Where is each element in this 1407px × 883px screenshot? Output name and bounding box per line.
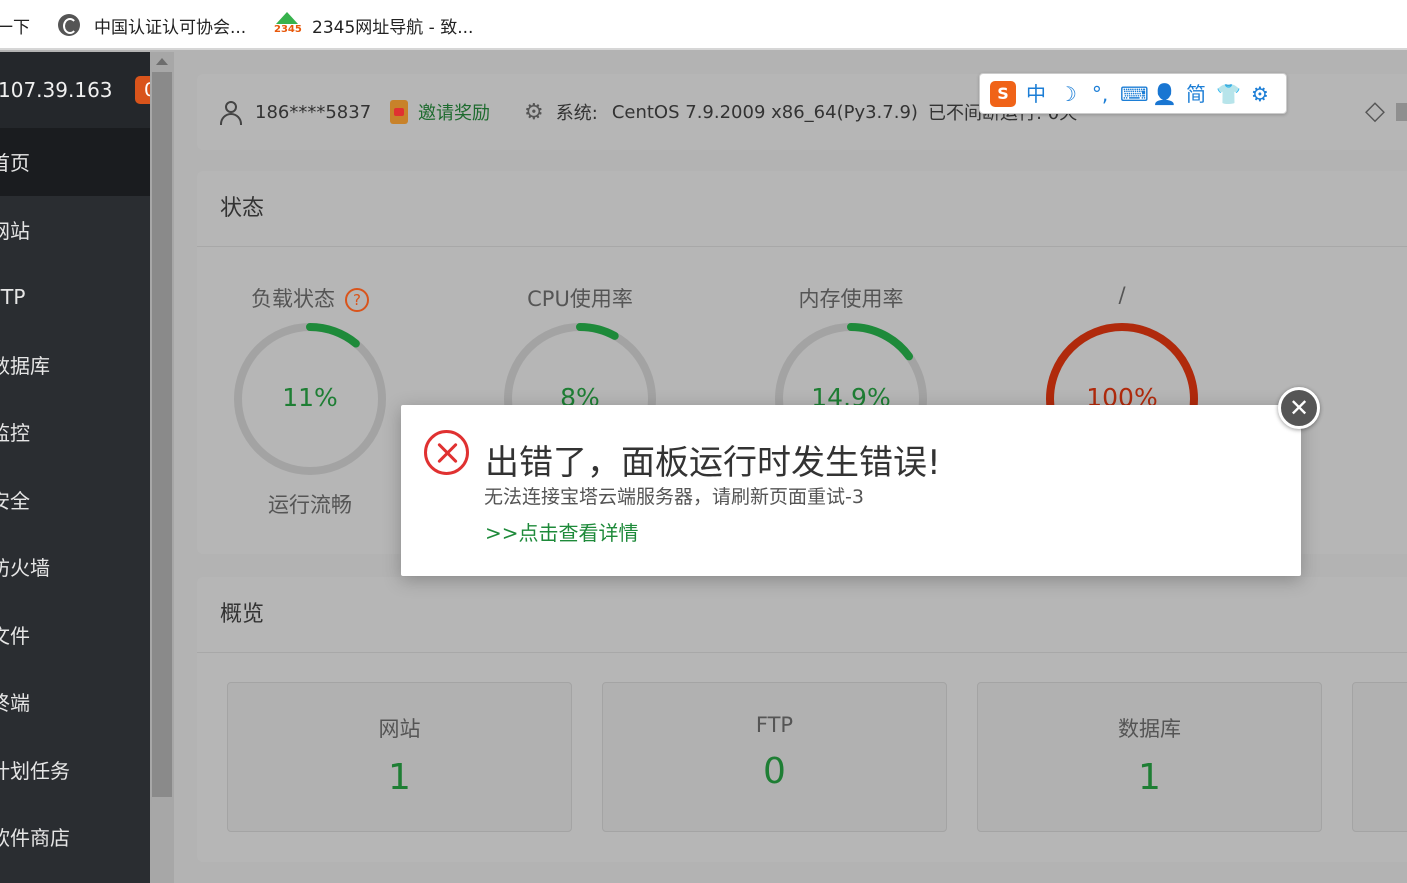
sidebar-item-label: 安全 bbox=[0, 488, 30, 513]
sidebar-item[interactable]: 数据库 bbox=[0, 331, 150, 399]
system-info: ⚙ 系统: CentOS 7.9.2009 x86_64(Py3.7.9) bbox=[524, 74, 918, 150]
sidebar-item[interactable]: 监控 bbox=[0, 398, 150, 466]
ime-moon-icon[interactable]: ☽ bbox=[1056, 81, 1080, 107]
bookmarks-bar: 一下 中国认证认可协会... 2345 2345网址导航 - 致... bbox=[0, 0, 1407, 50]
sidebar-item[interactable]: 计划任务 bbox=[0, 736, 150, 804]
sidebar-item-label: 首页 bbox=[0, 151, 30, 176]
sidebar-item-label: 监控 bbox=[0, 421, 30, 446]
overview-card[interactable]: 网站 1 bbox=[227, 682, 572, 832]
status-title: 状态 bbox=[197, 171, 1407, 247]
user-account[interactable]: 186****5837 bbox=[219, 74, 371, 150]
overview-card-label: 网站 bbox=[378, 717, 421, 741]
sidebar-item-label: 防火墙 bbox=[0, 556, 50, 581]
ime-user-icon[interactable]: 👤 bbox=[1152, 81, 1177, 107]
site-2345-icon: 2345 bbox=[274, 12, 302, 38]
scroll-up-arrow-icon[interactable] bbox=[156, 58, 168, 65]
bookmark-label: 一下 bbox=[0, 17, 30, 38]
gauge-label: 内存使用率 bbox=[751, 283, 951, 313]
overview-card-label: 数据库 bbox=[1118, 717, 1181, 741]
user-phone: 186****5837 bbox=[255, 101, 372, 123]
error-title: 出错了，面板运行时发生错误! bbox=[485, 443, 941, 483]
system-value: CentOS 7.9.2009 x86_64(Py3.7.9) bbox=[611, 101, 918, 123]
server-header: 107.39.163 0 bbox=[0, 52, 165, 128]
sidebar-item[interactable]: 首页 bbox=[0, 128, 150, 196]
ime-settings-icon[interactable]: ⚙ bbox=[1248, 81, 1272, 107]
sidebar-item[interactable]: 文件 bbox=[0, 601, 150, 669]
server-ip: 107.39.163 bbox=[0, 78, 113, 102]
help-icon[interactable]: ? bbox=[345, 288, 369, 312]
gauge-label-text: 内存使用率 bbox=[798, 287, 904, 311]
overview-card[interactable]: FTP 0 bbox=[602, 682, 947, 832]
sidebar-item-label: 终端 bbox=[0, 691, 30, 716]
system-label: 系统: bbox=[555, 103, 598, 124]
ime-chinese-mode-button[interactable]: 中 bbox=[1024, 81, 1048, 107]
gauge-value: 11% bbox=[282, 383, 338, 412]
ime-keyboard-icon[interactable]: ⌨ bbox=[1120, 81, 1149, 107]
sidebar: 107.39.163 0 首页网站 FTP 数据库监控安全防火墙文件终端计划任务软件… bbox=[0, 52, 165, 883]
gauge-label-text: / bbox=[1118, 283, 1126, 307]
gauge-label-text: CPU使用率 bbox=[527, 287, 633, 311]
invite-label: 邀请奖励 bbox=[418, 103, 490, 124]
overview-card[interactable]: 数据库 1 bbox=[977, 682, 1322, 832]
ime-punctuation-icon[interactable]: °, bbox=[1088, 81, 1112, 107]
sidebar-item-label: 软件商店 bbox=[0, 826, 70, 851]
bookmark-item[interactable]: 中国认证认可协会... bbox=[58, 0, 246, 50]
overview-card[interactable] bbox=[1352, 682, 1407, 832]
sidebar-item-label: 网站 bbox=[0, 218, 30, 243]
ime-skin-icon[interactable]: 👕 bbox=[1216, 81, 1241, 107]
sidebar-item-label: 计划任务 bbox=[0, 758, 70, 783]
invite-reward-link[interactable]: 邀请奖励 bbox=[390, 74, 490, 150]
sidebar-item-label: 数据库 bbox=[0, 353, 50, 378]
scrollbar-thumb[interactable] bbox=[152, 72, 172, 797]
overview-panel: 概览 网站 1 FTP 0 数据库 1 bbox=[197, 577, 1407, 862]
bookmark-label: 中国认证认可协会... bbox=[94, 17, 247, 38]
gauge-status: 运行流畅 bbox=[268, 493, 352, 517]
sidebar-item[interactable]: 终端 bbox=[0, 668, 150, 736]
sidebar-item[interactable]: 防火墙 bbox=[0, 533, 150, 601]
overview-card-value: 1 bbox=[388, 757, 411, 798]
gift-icon bbox=[390, 100, 408, 124]
ime-simplified-button[interactable]: 简 bbox=[1184, 81, 1208, 107]
close-icon[interactable]: ✕ bbox=[1278, 387, 1320, 429]
gauge-label: 负载状态? bbox=[210, 283, 410, 313]
sidebar-item-label: 文件 bbox=[0, 623, 30, 648]
ime-toolbar: S 中 ☽ °, ⌨ 👤 简 👕 ⚙ bbox=[979, 73, 1287, 114]
view-details-link[interactable]: >>点击查看详情 bbox=[485, 517, 639, 546]
overview-card-value: 0 bbox=[763, 751, 786, 792]
sidebar-item[interactable]: FTP bbox=[0, 263, 150, 331]
bookmark-item[interactable]: 一下 bbox=[0, 0, 30, 50]
ime-logo-icon[interactable]: S bbox=[990, 80, 1016, 107]
diamond-icon[interactable]: ◇ bbox=[1365, 96, 1395, 126]
overview-card-value: 1 bbox=[1138, 757, 1161, 798]
gauge-label: / bbox=[1022, 283, 1222, 307]
bookmark-label: 2345网址导航 - 致... bbox=[312, 17, 474, 38]
user-icon bbox=[219, 100, 243, 125]
bookmark-item[interactable]: 2345 2345网址导航 - 致... bbox=[274, 0, 473, 50]
gauge-label: CPU使用率 bbox=[480, 283, 680, 313]
error-message: 无法连接宝塔云端服务器，请刷新页面重试-3 bbox=[484, 486, 864, 508]
error-dialog: 出错了，面板运行时发生错误! 无法连接宝塔云端服务器，请刷新页面重试-3 >>点… bbox=[401, 405, 1301, 576]
sidebar-item[interactable]: 安全 bbox=[0, 466, 150, 534]
sidebar-item[interactable]: 网站 bbox=[0, 196, 150, 264]
pro-tag[interactable] bbox=[1396, 103, 1407, 121]
error-icon bbox=[424, 430, 469, 475]
sidebar-item[interactable]: 软件商店 bbox=[0, 803, 150, 871]
gauge-label-text: 负载状态 bbox=[251, 287, 335, 311]
gear-icon: ⚙ bbox=[524, 99, 544, 125]
sidebar-item-label: FTP bbox=[0, 284, 26, 309]
overview-card-label: FTP bbox=[755, 713, 794, 737]
globe-icon bbox=[58, 14, 80, 36]
overview-title: 概览 bbox=[197, 577, 1407, 653]
